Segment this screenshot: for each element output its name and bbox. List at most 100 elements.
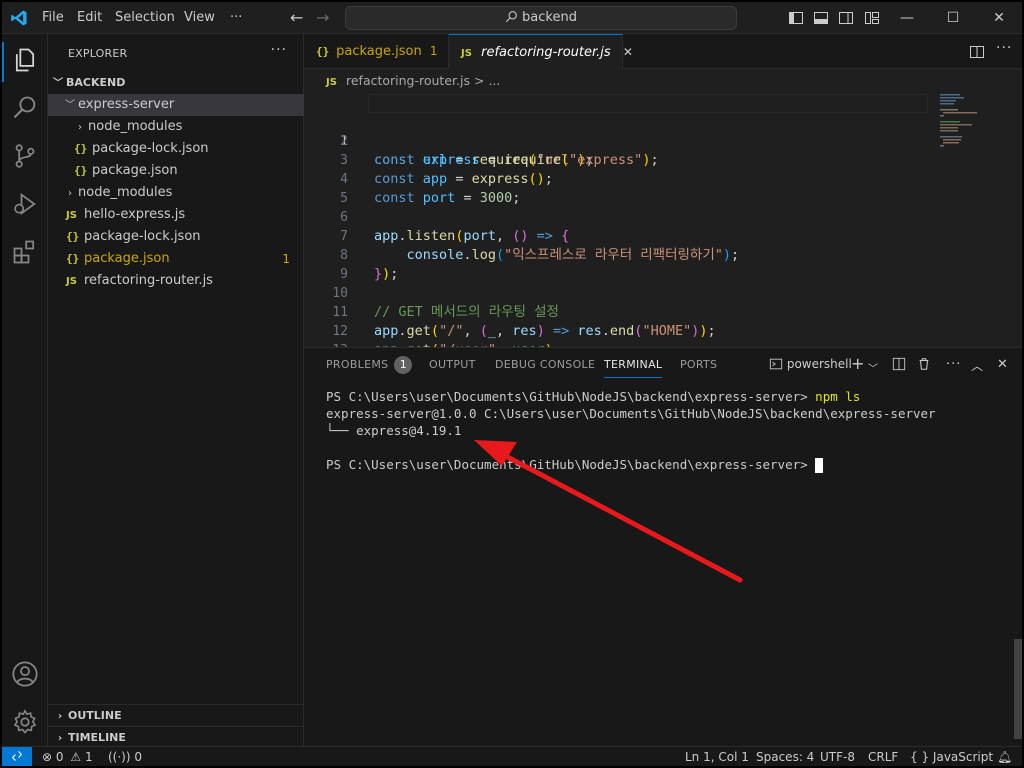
terminal-output[interactable]: PS C:\Users\user\Documents\GitHub\NodeJS… xyxy=(326,388,936,473)
explorer-icon[interactable] xyxy=(11,46,39,74)
title-bar: File Edit Selection View ··· ← → backend… xyxy=(2,2,1022,34)
problems-status[interactable]: ⊗ 0 ⚠ 1 xyxy=(42,747,93,766)
extensions-icon[interactable] xyxy=(11,238,39,266)
menu-edit[interactable]: Edit xyxy=(71,2,108,34)
language-label: JavaScript xyxy=(932,750,994,764)
close-panel-icon[interactable]: ✕ xyxy=(997,357,1008,372)
close-window-button[interactable]: ✕ xyxy=(976,2,1022,34)
tab-label: PROBLEMS xyxy=(326,358,389,371)
menu-view[interactable]: View xyxy=(178,2,221,34)
code-line: 8 }); xyxy=(304,227,398,282)
tree-item-refactoring-router[interactable]: JS refactoring-router.js xyxy=(48,270,304,292)
code-text: console.log("익스프레스로 라우터 리팩터링하기"); xyxy=(406,247,740,263)
chevron-right-icon: › xyxy=(68,188,72,199)
run-debug-icon[interactable] xyxy=(11,190,39,218)
tab-terminal[interactable]: TERMINAL xyxy=(604,348,663,378)
code-line: 2 const express = require("express"); xyxy=(304,113,658,168)
accounts-icon[interactable] xyxy=(11,660,39,688)
code-line: 1 const url = require("url"); xyxy=(304,94,1022,168)
maximize-button[interactable]: ☐ xyxy=(930,2,976,34)
tree-item-label: package-lock.json xyxy=(84,229,201,244)
tree-item-express-server[interactable]: ﹀ express-server xyxy=(48,94,304,116)
js-file-icon: JS xyxy=(66,276,77,287)
tree-item-label: hello-express.js xyxy=(84,207,186,222)
customize-layout-icon[interactable] xyxy=(864,10,880,26)
tab-refactoring-router[interactable]: JS refactoring-router.js ✕ xyxy=(449,34,633,70)
error-icon: ⊗ xyxy=(42,750,53,764)
tab-output[interactable]: OUTPUT xyxy=(429,348,476,382)
js-file-icon: JS xyxy=(326,77,337,88)
tree-item-package-json-inner[interactable]: {} package.json xyxy=(48,160,304,182)
tree-item-label: node_modules xyxy=(88,119,183,134)
json-file-icon: {} xyxy=(66,252,80,265)
end-of-line[interactable]: CRLF xyxy=(868,747,898,766)
remote-indicator[interactable] xyxy=(2,747,32,766)
maximize-panel-icon[interactable]: ︿ xyxy=(971,357,983,374)
new-terminal-icon[interactable]: + xyxy=(851,354,864,373)
breadcrumb-file[interactable]: refactoring-router.js xyxy=(346,73,470,88)
tree-item-hello-express[interactable]: JS hello-express.js xyxy=(48,204,304,226)
code-text: app.listen(port, () => { xyxy=(374,228,570,244)
tree-item-node-modules[interactable]: › node_modules xyxy=(48,182,304,204)
split-terminal-icon[interactable] xyxy=(892,357,906,371)
tree-item-package-lock[interactable]: {} package-lock.json xyxy=(48,226,304,248)
toggle-panel-icon[interactable] xyxy=(813,10,829,26)
minimap[interactable] xyxy=(940,94,1000,154)
terminal-scrollbar[interactable] xyxy=(1014,639,1022,739)
trash-icon[interactable] xyxy=(917,357,931,371)
tree-item-node-modules-inner[interactable]: › node_modules xyxy=(48,116,304,138)
close-icon[interactable]: ✕ xyxy=(623,35,633,70)
toggle-sidebar-icon[interactable] xyxy=(788,10,804,26)
workspace-root[interactable]: ﹀ BACKEND xyxy=(48,72,304,94)
terminal-shell-selector[interactable]: powershell xyxy=(769,357,852,371)
menu-file[interactable]: File xyxy=(36,2,70,34)
explorer-more-actions[interactable]: ··· xyxy=(271,42,287,58)
menu-selection[interactable]: Selection xyxy=(109,2,181,34)
current-line-highlight xyxy=(368,94,928,113)
command-center-search[interactable]: backend xyxy=(345,6,737,30)
more-actions-icon[interactable]: ··· xyxy=(946,357,961,372)
arrow-left-icon[interactable]: ← xyxy=(290,8,303,27)
chevron-down-icon[interactable]: ﹀ xyxy=(868,360,878,375)
split-editor-icon[interactable] xyxy=(969,44,985,60)
error-count: 0 xyxy=(55,750,64,764)
cursor-position[interactable]: Ln 1, Col 1 xyxy=(685,747,749,766)
search-icon[interactable] xyxy=(11,94,39,122)
minimize-button[interactable]: — xyxy=(884,2,930,34)
tree-item-package-json[interactable]: {} package.json 1 xyxy=(48,248,304,270)
tab-ports[interactable]: PORTS xyxy=(680,348,717,382)
arrow-right-icon[interactable]: → xyxy=(316,8,329,27)
breadcrumb-more[interactable]: ... xyxy=(488,73,500,88)
tab-label: package.json xyxy=(336,44,422,59)
timeline-section[interactable]: › TIMELINE xyxy=(48,726,304,748)
code-line: 3 const app = express(); xyxy=(304,132,553,187)
tab-debug-console[interactable]: DEBUG CONSOLE xyxy=(495,348,595,382)
terminal-cursor xyxy=(815,458,824,473)
indentation[interactable]: Spaces: 4 xyxy=(756,747,814,766)
code-text: // GET 메서드의 라우팅 설정 xyxy=(374,304,559,320)
tree-item-label: package.json xyxy=(84,251,170,266)
terminal-line: └── express@4.19.1 xyxy=(326,423,462,438)
chevron-down-icon: ﹀ xyxy=(53,78,63,89)
bottom-panel: PROBLEMS 1 OUTPUT DEBUG CONSOLE TERMINAL … xyxy=(304,347,1022,746)
ports-count: 0 xyxy=(134,750,143,764)
source-control-icon[interactable] xyxy=(11,142,39,170)
outline-section[interactable]: › OUTLINE xyxy=(48,704,304,726)
search-icon xyxy=(505,11,517,23)
activity-bar xyxy=(2,34,48,746)
breadcrumb: JS refactoring-router.js > ... xyxy=(304,70,1022,92)
tab-problems[interactable]: PROBLEMS 1 xyxy=(326,348,413,382)
menu-more[interactable]: ··· xyxy=(224,2,248,34)
code-editor[interactable]: 1 const url = require("url"); 2 const ex… xyxy=(304,92,1022,347)
settings-gear-icon[interactable] xyxy=(11,708,39,736)
tab-package-json[interactable]: {} package.json 1 xyxy=(304,34,449,69)
more-actions-icon[interactable]: ··· xyxy=(996,40,1012,56)
js-file-icon: JS xyxy=(461,48,472,59)
tree-item-package-lock-inner[interactable]: {} package-lock.json xyxy=(48,138,304,160)
breadcrumb-separator: > xyxy=(473,73,485,88)
notifications-bell-icon[interactable]: 🔔︎ xyxy=(997,747,1012,766)
language-mode[interactable]: { } JavaScript xyxy=(910,747,993,766)
toggle-secondary-sidebar-icon[interactable] xyxy=(838,10,854,26)
ports-status[interactable]: ((·)) 0 xyxy=(108,747,142,766)
encoding[interactable]: UTF-8 xyxy=(820,747,855,766)
